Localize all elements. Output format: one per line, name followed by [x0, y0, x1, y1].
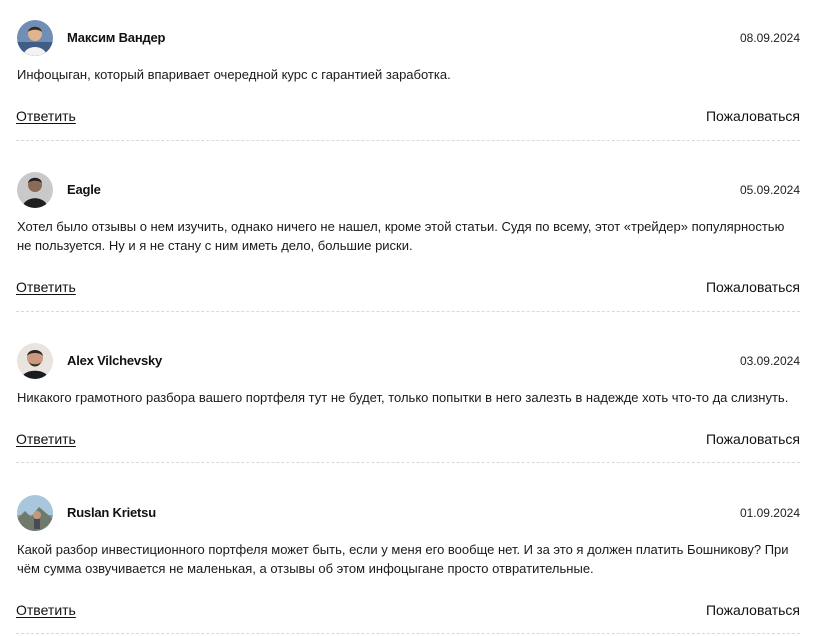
comment-text: Никакого грамотного разбора вашего портф… [17, 390, 789, 405]
comment-item: Eagle 05.09.2024 Хотел было отзывы о нем… [16, 172, 800, 314]
divider [16, 311, 800, 312]
reply-link[interactable]: Ответить [16, 279, 76, 295]
divider [16, 140, 800, 141]
author-name[interactable]: Alex Vilchevsky [67, 353, 162, 368]
divider [16, 462, 800, 463]
comment-date: 08.09.2024 [739, 31, 800, 45]
comment-text: Какой разбор инвестиционного портфеля мо… [17, 542, 789, 576]
comment-item: Alex Vilchevsky 03.09.2024 Никакого грам… [16, 343, 800, 465]
report-link[interactable]: Пожаловаться [706, 602, 800, 618]
comment-text: Хотел было отзывы о нем изучить, однако … [17, 219, 785, 253]
comment-date: 05.09.2024 [739, 183, 800, 197]
author-name[interactable]: Максим Вандер [67, 30, 165, 45]
comment-date: 03.09.2024 [739, 354, 800, 368]
comments-list: Максим Вандер 08.09.2024 Инфоцыган, кото… [0, 0, 825, 636]
reply-link[interactable]: Ответить [16, 431, 76, 447]
author-name[interactable]: Eagle [67, 182, 101, 197]
reply-link[interactable]: Ответить [16, 602, 76, 618]
avatar[interactable] [17, 172, 53, 208]
avatar[interactable] [17, 495, 53, 531]
reply-link[interactable]: Ответить [16, 108, 76, 124]
report-link[interactable]: Пожаловаться [706, 279, 800, 295]
comment-date: 01.09.2024 [739, 506, 800, 520]
avatar[interactable] [17, 343, 53, 379]
report-link[interactable]: Пожаловаться [706, 431, 800, 447]
report-link[interactable]: Пожаловаться [706, 108, 800, 124]
avatar[interactable] [17, 20, 53, 56]
comment-item: Максим Вандер 08.09.2024 Инфоцыган, кото… [16, 20, 800, 142]
comment-item: Ruslan Krietsu 01.09.2024 Какой разбор и… [16, 495, 800, 636]
comment-text: Инфоцыган, который впаривает очередной к… [17, 67, 451, 82]
author-name[interactable]: Ruslan Krietsu [67, 505, 156, 520]
divider [16, 633, 800, 634]
